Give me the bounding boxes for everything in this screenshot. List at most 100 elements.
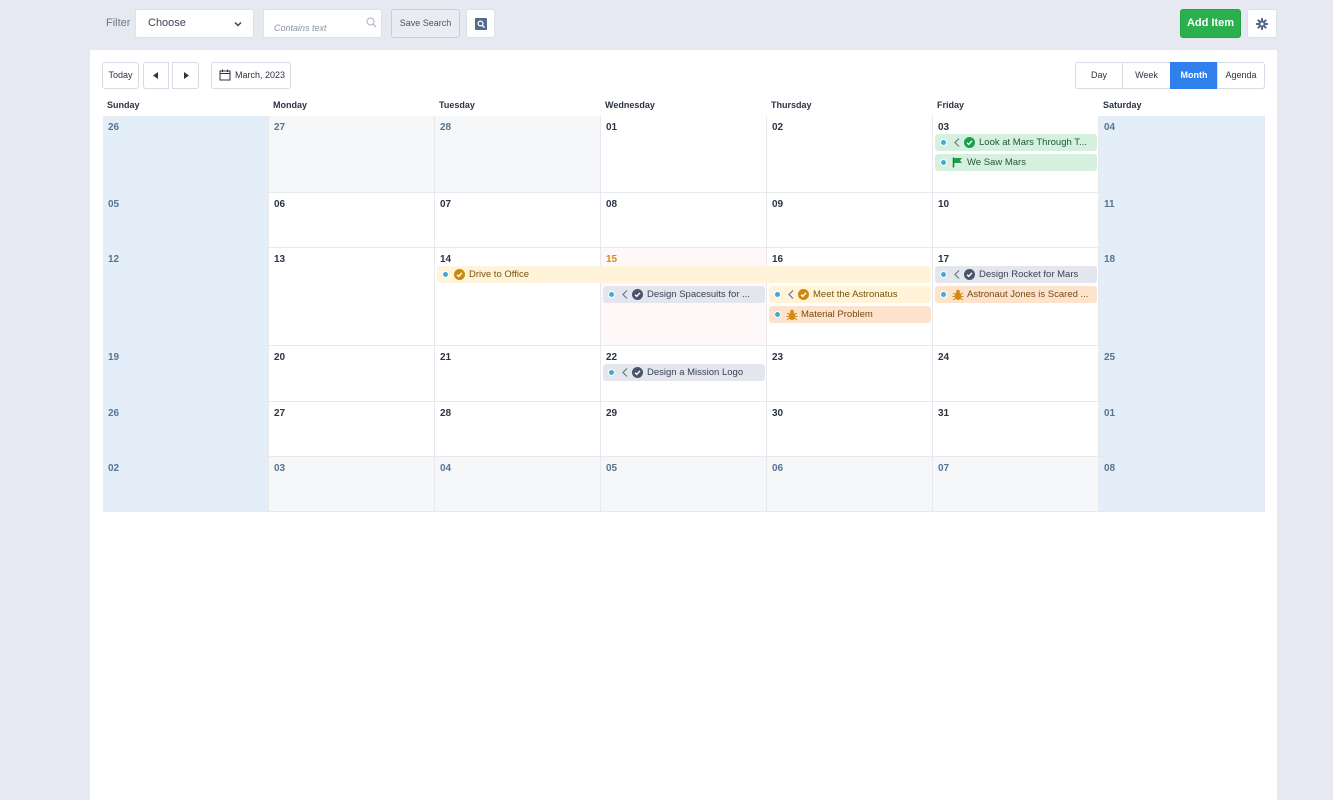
event-status-dot (774, 311, 781, 318)
event-status-dot (940, 139, 947, 146)
day-cell[interactable]: 27 (269, 402, 435, 457)
day-cell[interactable]: 28 (435, 402, 601, 457)
day-cell[interactable]: 01 (601, 116, 767, 193)
view-switcher: Day Week Month Agenda (1075, 62, 1265, 89)
day-cell[interactable]: 02 (767, 116, 933, 193)
previous-month-button[interactable] (143, 62, 169, 89)
search-icon (366, 17, 377, 28)
day-cell[interactable]: 30 (767, 402, 933, 457)
day-cell[interactable]: 08 (601, 193, 767, 248)
day-number: 11 (1104, 199, 1115, 210)
day-cell[interactable]: 05 (601, 457, 767, 512)
day-cell[interactable]: 13 (269, 248, 435, 346)
day-number: 27 (274, 408, 286, 419)
event-title: Design Spacesuits for ... (647, 289, 750, 300)
calendar-event[interactable]: We Saw Mars (935, 154, 1097, 171)
day-cell[interactable]: 06 (269, 193, 435, 248)
day-number: 23 (772, 352, 784, 363)
day-number: 22 (606, 352, 618, 363)
day-number: 18 (1104, 254, 1116, 265)
event-status-dot (442, 271, 449, 278)
day-cell[interactable]: 29 (601, 402, 767, 457)
add-item-button[interactable]: Add Item (1180, 9, 1241, 38)
day-cell[interactable]: 06 (767, 457, 933, 512)
day-cell[interactable]: 10 (933, 193, 1099, 248)
day-number: 09 (772, 199, 784, 210)
day-cell[interactable]: 24 (933, 346, 1099, 402)
chevron-left-icon (622, 290, 628, 299)
check-circle-icon (632, 367, 643, 378)
calendar-event[interactable]: Design a Mission Logo (603, 364, 765, 381)
day-cell[interactable]: 21 (435, 346, 601, 402)
day-cell[interactable]: 03 (269, 457, 435, 512)
event-status-dot (608, 291, 615, 298)
day-number: 07 (440, 199, 452, 210)
view-tab-day[interactable]: Day (1075, 62, 1123, 89)
day-cell[interactable]: 20 (269, 346, 435, 402)
calendar-event[interactable]: Design Spacesuits for ... (603, 286, 765, 303)
calendar-event[interactable]: Meet the Astronatus (769, 286, 931, 303)
weekday-header: Sunday (107, 100, 140, 110)
check-circle-icon (798, 289, 809, 300)
day-cell[interactable]: 26 (103, 116, 269, 193)
calendar-event[interactable]: Material Problem (769, 306, 931, 323)
save-search-button[interactable]: Save Search (391, 9, 460, 38)
day-number: 21 (440, 352, 452, 363)
day-cell[interactable]: 07 (933, 457, 1099, 512)
day-cell[interactable]: 25 (1099, 346, 1265, 402)
calendar-event[interactable]: Drive to Office (437, 266, 931, 283)
settings-button[interactable] (1247, 9, 1277, 38)
calendar-event[interactable]: Design Rocket for Mars (935, 266, 1097, 283)
day-cell[interactable]: 05 (103, 193, 269, 248)
day-cell[interactable]: 04 (1099, 116, 1265, 193)
calendar-event[interactable]: Look at Mars Through T... (935, 134, 1097, 151)
calendar-event[interactable]: Astronaut Jones is Scared ... (935, 286, 1097, 303)
day-number: 30 (772, 408, 784, 419)
filter-select[interactable]: Choose (135, 9, 254, 38)
day-cell[interactable]: 18 (1099, 248, 1265, 346)
day-cell[interactable]: 09 (767, 193, 933, 248)
day-cell[interactable]: 11 (1099, 193, 1265, 248)
day-number: 05 (108, 199, 120, 210)
day-number: 08 (606, 199, 618, 210)
day-number: 06 (772, 463, 784, 474)
day-number: 04 (440, 463, 452, 474)
day-cell[interactable]: 12 (103, 248, 269, 346)
calendar-icon (219, 69, 231, 81)
day-number: 04 (1104, 122, 1116, 133)
event-title: Meet the Astronatus (813, 289, 898, 300)
view-tab-agenda[interactable]: Agenda (1217, 62, 1265, 89)
event-status-dot (940, 159, 947, 166)
day-number: 26 (108, 122, 120, 133)
day-number: 17 (938, 254, 950, 265)
day-number: 05 (606, 463, 618, 474)
filter-label: Filter (106, 17, 131, 29)
event-title: Astronaut Jones is Scared ... (967, 289, 1089, 300)
view-tab-month[interactable]: Month (1170, 62, 1218, 89)
next-month-button[interactable] (172, 62, 199, 89)
day-cell[interactable]: 28 (435, 116, 601, 193)
view-tab-week[interactable]: Week (1122, 62, 1171, 89)
day-cell[interactable]: 31 (933, 402, 1099, 457)
day-number: 20 (274, 352, 286, 363)
day-cell[interactable]: 04 (435, 457, 601, 512)
day-number: 13 (274, 254, 286, 265)
day-cell[interactable]: 07 (435, 193, 601, 248)
day-cell[interactable]: 08 (1099, 457, 1265, 512)
day-cell[interactable]: 26 (103, 402, 269, 457)
day-cell[interactable]: 02 (103, 457, 269, 512)
check-circle-icon (964, 137, 975, 148)
day-cell[interactable]: 14 (435, 248, 601, 346)
contains-text-input[interactable] (263, 9, 382, 38)
day-cell[interactable]: 23 (767, 346, 933, 402)
day-cell[interactable]: 01 (1099, 402, 1265, 457)
search-document-button[interactable] (466, 9, 495, 38)
chevron-left-icon (954, 270, 960, 279)
day-cell[interactable]: 19 (103, 346, 269, 402)
day-number: 01 (606, 122, 618, 133)
flag-icon (952, 157, 962, 168)
day-cell[interactable]: 27 (269, 116, 435, 193)
day-number: 25 (1104, 352, 1116, 363)
month-picker-button[interactable]: March, 2023 (211, 62, 291, 89)
today-button[interactable]: Today (102, 62, 139, 89)
